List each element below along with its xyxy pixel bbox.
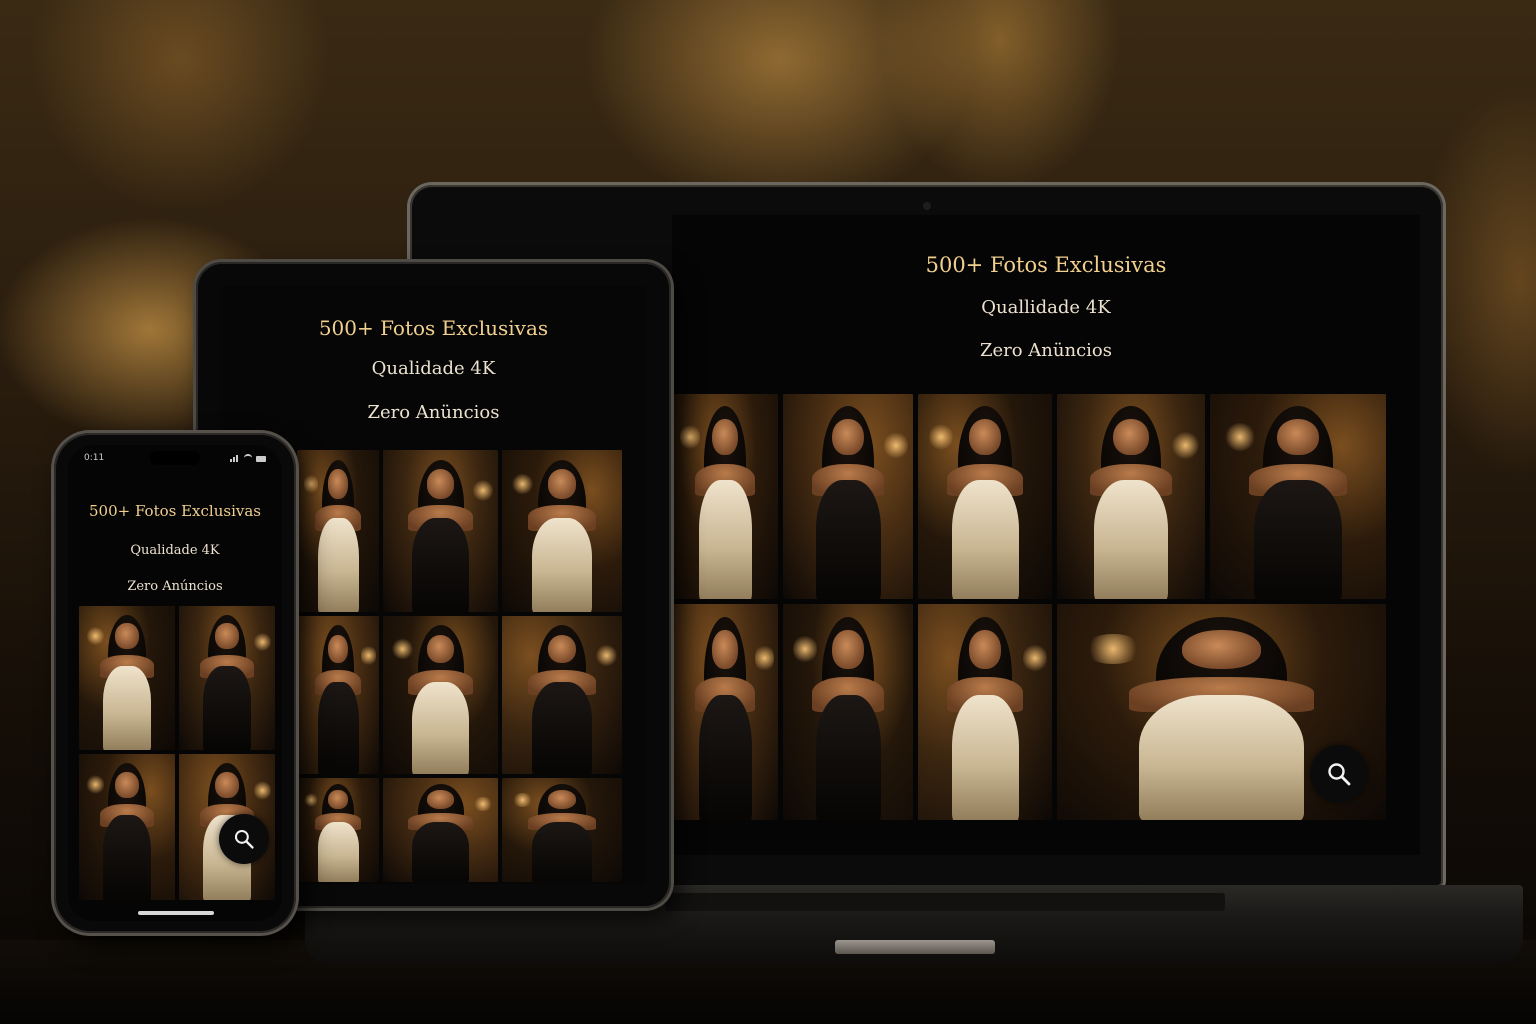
phone-headline: 500+ Fotos Exclusivas <box>89 502 261 520</box>
laptop-quality-text: Quallidade 4K <box>981 297 1111 318</box>
tablet-headline: 500+ Fotos Exclusivas <box>318 316 549 340</box>
photo-tile[interactable] <box>1210 394 1386 599</box>
photo-tile[interactable] <box>783 604 913 820</box>
photo-tile[interactable] <box>383 450 498 612</box>
laptop-headline: 500+ Fotos Exclusivas <box>925 253 1167 277</box>
photo-tile[interactable] <box>297 450 379 612</box>
photo-tile[interactable] <box>783 394 913 599</box>
phone-status-icons <box>230 454 266 462</box>
tablet-no-ads-text: Zero Anüncios <box>367 402 500 423</box>
photo-tile[interactable] <box>502 450 622 612</box>
photo-tile[interactable] <box>297 778 379 882</box>
photo-tile[interactable] <box>918 394 1052 599</box>
laptop-keyboard <box>665 893 1225 911</box>
photo-tile[interactable] <box>1057 394 1205 599</box>
phone-quality-text: Qualidade 4K <box>130 543 220 558</box>
photo-tile[interactable] <box>918 604 1052 820</box>
laptop-photo-gallery <box>672 394 1386 820</box>
photo-tile[interactable] <box>79 606 175 750</box>
laptop-hinge <box>835 940 995 954</box>
photo-tile[interactable] <box>297 616 379 774</box>
search-icon <box>1328 763 1351 786</box>
laptop-camera <box>923 202 931 210</box>
phone-clock: 0:11 <box>84 453 105 463</box>
tablet-quality-text: Qualidade 4K <box>371 358 496 379</box>
phone: 0:11 500+ Fotos Exclusivas Qualidade 4K … <box>54 433 296 933</box>
search-icon <box>234 829 254 849</box>
photo-tile[interactable] <box>502 616 622 774</box>
photo-tile[interactable] <box>672 604 778 820</box>
photo-tile[interactable] <box>179 606 275 750</box>
tablet-photo-gallery <box>297 450 624 882</box>
phone-search-button[interactable] <box>219 814 269 864</box>
laptop-search-button[interactable] <box>1310 745 1368 803</box>
phone-no-ads-text: Zero Anúncios <box>127 579 223 594</box>
photo-tile[interactable] <box>383 616 498 774</box>
photo-tile[interactable] <box>672 394 778 599</box>
phone-dynamic-island <box>150 451 200 465</box>
phone-home-indicator <box>138 911 214 915</box>
photo-tile[interactable] <box>79 754 175 900</box>
photo-tile[interactable] <box>502 778 622 882</box>
photo-tile[interactable] <box>383 778 498 882</box>
laptop-no-ads-text: Zero Anüncios <box>979 340 1112 361</box>
phone-screen: 0:11 500+ Fotos Exclusivas Qualidade 4K … <box>68 445 282 921</box>
